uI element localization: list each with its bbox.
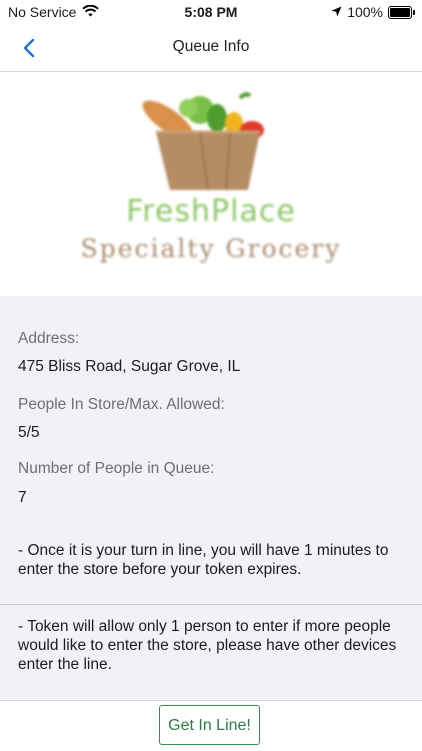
token-notice: - Token will allow only 1 person to ente… (18, 618, 397, 673)
get-in-line-button[interactable]: Get In Line! (159, 705, 260, 745)
capacity-value: 5/5 (18, 424, 40, 441)
capacity-label: People In Store/Max. Allowed: (18, 396, 225, 413)
logo-subtitle: Specialty Grocery (80, 234, 342, 263)
turn-notice: - Once it is your turn in line, you will… (18, 542, 389, 578)
location-arrow-icon (331, 4, 342, 20)
divider (0, 604, 422, 605)
queue-value: 7 (18, 489, 27, 506)
nav-bar: Queue Info (0, 24, 422, 72)
grocery-bag-icon (142, 92, 264, 191)
page-title: Queue Info (172, 38, 250, 55)
status-right: 100% (331, 4, 415, 20)
status-bar: No Service 5:08 PM 100% (0, 0, 422, 24)
battery-icon (388, 5, 415, 19)
logo-title: FreshPlace (126, 194, 296, 229)
footer: Get In Line! (0, 700, 422, 751)
address-value: 475 Bliss Road, Sugar Grove, IL (18, 358, 241, 375)
queue-label: Number of People in Queue: (18, 460, 215, 477)
battery-percent: 100% (347, 4, 383, 20)
store-logo: FreshPlace Specialty Grocery (0, 72, 422, 296)
address-label: Address: (18, 330, 80, 347)
